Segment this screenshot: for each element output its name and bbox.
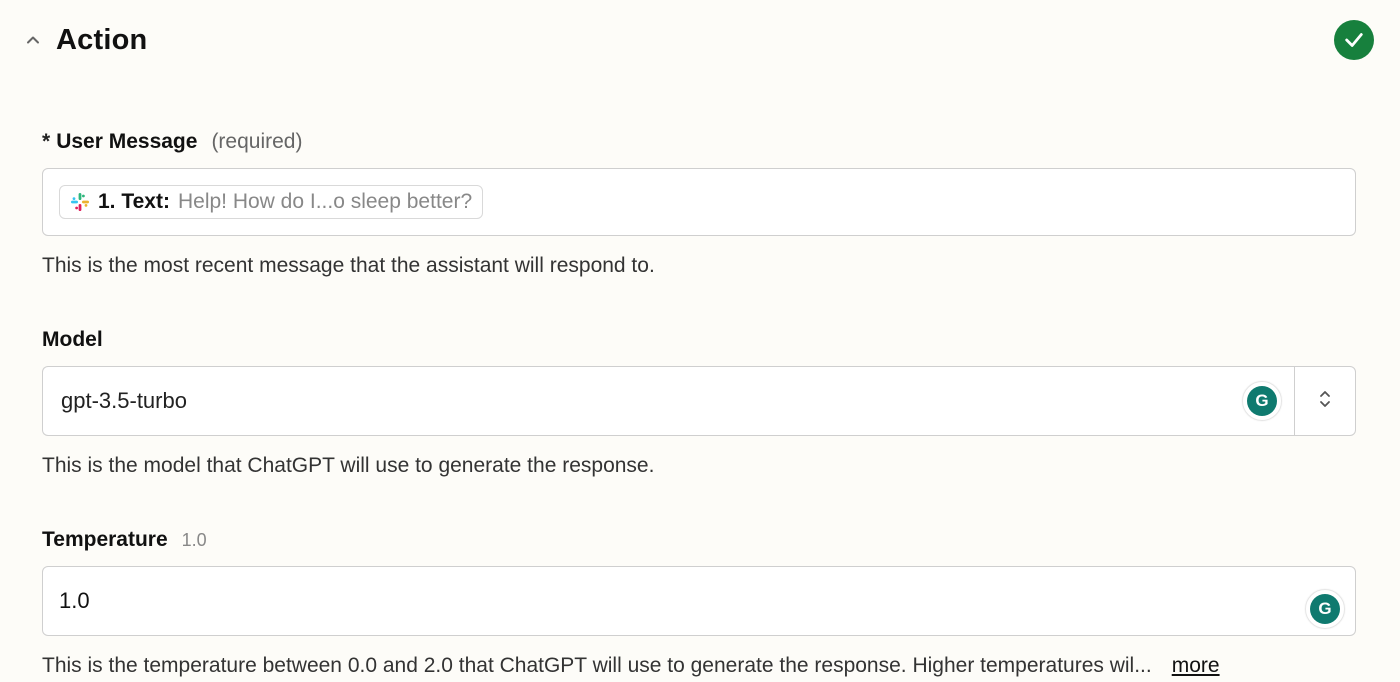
chevron-up-down-icon [1317,388,1333,415]
panel-title: Action [56,24,147,57]
user-message-input[interactable]: 1. Text: Help! How do I...o sleep better… [42,168,1356,236]
required-asterisk: * [42,130,50,153]
model-helper: This is the model that ChatGPT will use … [42,454,1356,478]
pill-value: Help! How do I...o sleep better? [178,190,472,214]
helper-text: This is the most recent message that the… [42,254,655,278]
required-text: (required) [211,130,302,154]
temperature-helper: This is the temperature between 0.0 and … [42,654,1356,678]
field-label-temperature: Temperature [42,528,168,552]
status-check-icon [1334,20,1374,60]
grammarly-icon[interactable]: G [1305,589,1345,629]
more-link[interactable]: more [1172,654,1220,678]
slack-icon [70,192,90,212]
user-message-helper: This is the most recent message that the… [42,254,1356,278]
field-label-row: *User Message (required) [42,130,1356,154]
helper-text: This is the temperature between 0.0 and … [42,654,1152,678]
field-user-message: *User Message (required) [42,130,1356,278]
panel-header: Action [22,20,1378,60]
pill-prefix: 1. Text: [98,190,170,214]
model-value-text: gpt-3.5-turbo [61,388,187,414]
grammarly-icon[interactable]: G [1242,381,1282,421]
form-area: *User Message (required) [22,130,1378,678]
field-label-row: Model [42,328,1356,352]
helper-text: This is the model that ChatGPT will use … [42,454,654,478]
field-model: Model gpt-3.5-turbo G [42,328,1356,478]
model-select-value[interactable]: gpt-3.5-turbo G [42,366,1294,436]
field-label-user-message: *User Message [42,130,197,154]
temperature-default-hint: 1.0 [182,530,207,551]
field-label-row: Temperature 1.0 [42,528,1356,552]
temperature-input[interactable]: 1.0 G [42,566,1356,636]
action-panel: Action *User Message (required) [0,0,1400,678]
field-temperature: Temperature 1.0 1.0 G This is the temper… [42,528,1356,678]
field-label-model: Model [42,328,103,352]
panel-header-left[interactable]: Action [22,24,147,57]
mapped-value-pill[interactable]: 1. Text: Help! How do I...o sleep better… [59,185,483,219]
model-select-toggle[interactable] [1294,366,1356,436]
temperature-value-text: 1.0 [59,588,90,614]
chevron-up-icon [22,29,44,51]
model-select: gpt-3.5-turbo G [42,366,1356,436]
